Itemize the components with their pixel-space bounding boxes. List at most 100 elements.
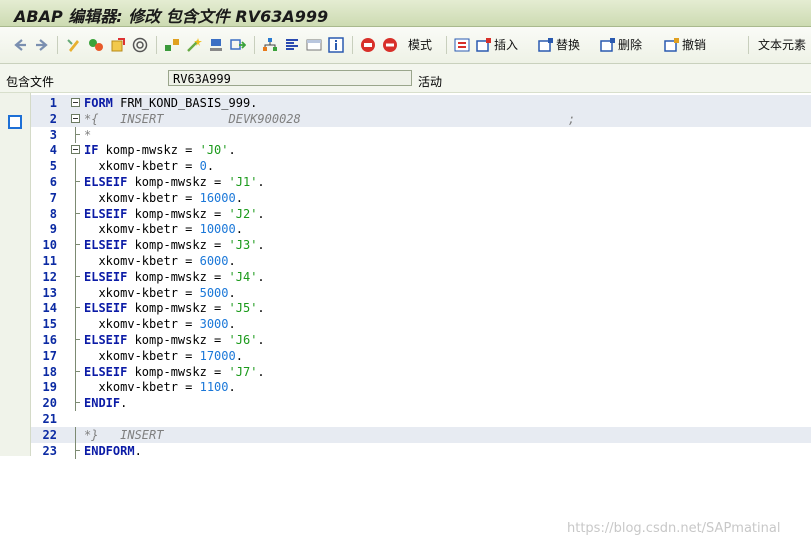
code-token: .	[228, 380, 236, 395]
code-line[interactable]: 20 ENDIF.	[31, 395, 811, 412]
replace-icon[interactable]	[538, 37, 554, 53]
code-token: .	[257, 238, 265, 253]
code-editor[interactable]: 1 FORM FRM_KOND_BASIS_999. 2 *{ INSERT DEVK…	[0, 93, 811, 536]
code-token: ENDIF	[84, 396, 121, 411]
code-line[interactable]: 17 xkomv-kbetr = 17000.	[31, 347, 811, 364]
watermark: https://blog.csdn.net/SAPmatinal	[567, 521, 781, 536]
other-object-icon[interactable]	[88, 37, 104, 53]
line-number: 16	[42, 333, 57, 347]
code-line[interactable]: 11 xkomv-kbetr = 6000.	[31, 253, 811, 269]
window-icon[interactable]	[230, 37, 246, 53]
text-elements-button[interactable]: 文本元素	[758, 36, 806, 54]
activate-icon[interactable]	[110, 37, 126, 53]
code-line[interactable]: 13 xkomv-kbetr = 5000.	[31, 284, 811, 301]
display-change-icon[interactable]	[66, 37, 82, 53]
fold-branch	[75, 402, 80, 404]
code-line[interactable]: 19 xkomv-kbetr = 1100.	[31, 379, 811, 396]
include-field-row: 包含文件 RV63A999 活动	[0, 64, 811, 93]
fold-guide	[75, 205, 76, 222]
code-line[interactable]: 10 ELSEIF komp-mwskz = 'J3'.	[31, 237, 811, 254]
network-icon[interactable]	[208, 37, 224, 53]
code-line[interactable]: 23 ENDFORM.	[31, 442, 811, 459]
code-token: ELSEIF	[84, 238, 128, 253]
help-icon[interactable]	[360, 37, 376, 53]
line-number: 14	[42, 301, 57, 316]
code-token: .	[228, 285, 236, 300]
line-number: 3	[49, 127, 57, 142]
code-text: ELSEIF komp-mwskz = 'J3'.	[84, 237, 265, 253]
forward-arrow-icon[interactable]	[34, 37, 50, 53]
fold-guide	[75, 426, 76, 443]
code-line[interactable]: 12 ELSEIF komp-mwskz = 'J4'.	[31, 268, 811, 285]
replace-button[interactable]: 替换	[556, 36, 580, 54]
code-token: komp-mwskz =	[127, 175, 229, 189]
fold-toggle-icon[interactable]	[71, 113, 80, 123]
line-number: 13	[42, 285, 57, 300]
code-line[interactable]: 18 ELSEIF komp-mwskz = 'J7'.	[31, 363, 811, 380]
fold-guide	[75, 363, 76, 380]
insert-button[interactable]: 插入	[494, 36, 518, 54]
window-title: ABAP 编辑器: 修改 包含文件 RV63A999	[14, 7, 329, 26]
code-line[interactable]: 2 *{ INSERT DEVK900028 ;	[31, 110, 811, 127]
code-line[interactable]: 22 *} INSERT	[31, 426, 811, 443]
fold-toggle-icon[interactable]	[71, 145, 80, 155]
fold-toggle-icon[interactable]	[71, 98, 80, 107]
code-token: xkomv-kbetr =	[84, 380, 200, 395]
code-token: komp-mwskz =	[127, 269, 229, 284]
undo-icon[interactable]	[664, 37, 680, 53]
code-line[interactable]: 4 IF komp-mwskz = 'J0'.	[31, 142, 811, 158]
code-text: xkomv-kbetr = 17000.	[84, 348, 243, 364]
code-token: IF	[84, 143, 99, 158]
bookmark-icon[interactable]	[8, 115, 22, 129]
code-line[interactable]: 21	[31, 411, 811, 427]
code-token: .	[235, 222, 243, 237]
code-line[interactable]: 8 ELSEIF komp-mwskz = 'J2'.	[31, 205, 811, 222]
where-used-icon[interactable]	[164, 37, 180, 53]
code-token: FRM_KOND_BASIS_999.	[112, 96, 258, 110]
pattern-button[interactable]: 模式	[408, 36, 432, 54]
bulletin-icon[interactable]	[382, 37, 398, 53]
layout-icon[interactable]	[306, 37, 322, 53]
code-token: .	[228, 143, 236, 158]
line-number: 12	[42, 269, 57, 284]
fold-guide	[75, 316, 76, 333]
fold-guide	[75, 158, 76, 175]
check-icon[interactable]	[132, 37, 148, 53]
code-line[interactable]: 6 ELSEIF komp-mwskz = 'J1'.	[31, 174, 811, 190]
include-name-field[interactable]: RV63A999	[168, 70, 412, 86]
line-number: 1	[49, 96, 57, 110]
code-token: xkomv-kbetr =	[84, 254, 200, 268]
pretty-printer-icon[interactable]	[284, 37, 300, 53]
hierarchy-icon[interactable]	[262, 37, 278, 53]
delete-button[interactable]: 删除	[618, 36, 642, 54]
code-text: ELSEIF komp-mwskz = 'J1'.	[84, 174, 265, 190]
info-icon[interactable]	[328, 37, 344, 53]
back-arrow-icon[interactable]	[12, 37, 28, 53]
block-icon[interactable]	[454, 37, 470, 53]
code-token: *	[84, 127, 92, 142]
insert-icon[interactable]	[476, 37, 492, 53]
code-line[interactable]: 7 xkomv-kbetr = 16000.	[31, 189, 811, 206]
delete-icon[interactable]	[600, 37, 616, 53]
code-line[interactable]: 14 ELSEIF komp-mwskz = 'J5'.	[31, 300, 811, 317]
fold-guide	[75, 237, 76, 254]
toolbar-separator	[352, 36, 353, 54]
line-number: 8	[49, 206, 57, 221]
code-token: ELSEIF	[84, 206, 128, 221]
code-line[interactable]: 15 xkomv-kbetr = 3000.	[31, 316, 811, 333]
undo-button[interactable]: 撤销	[682, 36, 706, 54]
code-token: 6000	[199, 254, 229, 268]
code-line[interactable]: 3 *	[31, 126, 811, 143]
code-token: ENDFORM	[84, 443, 135, 458]
code-text: xkomv-kbetr = 1100.	[84, 379, 236, 395]
code-line[interactable]: 9 xkomv-kbetr = 10000.	[31, 221, 811, 238]
code-token: ELSEIF	[84, 333, 128, 347]
fold-guide	[75, 379, 76, 396]
fold-guide	[75, 300, 76, 317]
code-text: ELSEIF komp-mwskz = 'J2'.	[84, 206, 265, 222]
code-line[interactable]: 1 FORM FRM_KOND_BASIS_999.	[31, 95, 811, 111]
wand-icon[interactable]	[186, 37, 202, 53]
code-line[interactable]: 16 ELSEIF komp-mwskz = 'J6'.	[31, 332, 811, 348]
code-line[interactable]: 5 xkomv-kbetr = 0.	[31, 158, 811, 175]
code-text: *	[84, 127, 91, 143]
